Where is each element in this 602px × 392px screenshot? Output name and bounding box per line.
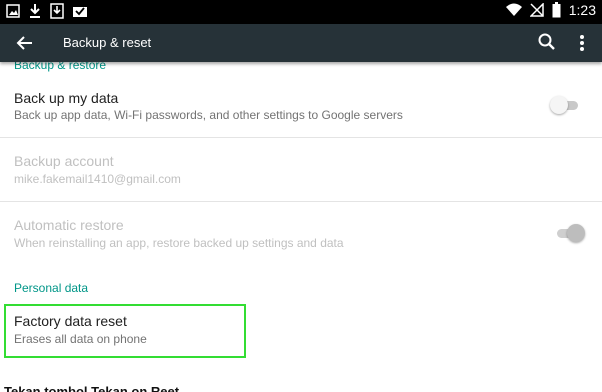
switch-thumb: [550, 96, 568, 114]
system-icons: 1:23: [505, 2, 596, 18]
setting-title: Back up my data: [14, 90, 119, 106]
setting-summary: When reinstalling an app, restore backed…: [14, 236, 344, 250]
email-check-icon: [72, 4, 88, 18]
download-box-icon: [50, 3, 64, 19]
caption-text: Tekan tombol Tekan on Reet: [4, 384, 180, 392]
setting-backup-my-data[interactable]: Back up my data Back up app data, Wi-Fi …: [0, 80, 602, 140]
more-vert-icon[interactable]: [575, 32, 589, 54]
gallery-icon: [6, 4, 20, 18]
setting-title: Automatic restore: [14, 217, 124, 233]
battery-icon: [552, 2, 561, 18]
signal-off-icon: [529, 3, 544, 17]
setting-backup-account[interactable]: Backup account mike.fakemail1410@gmail.c…: [0, 138, 602, 201]
category-header-backup: Backup & restore: [14, 62, 107, 72]
page-title: Backup & reset: [63, 35, 152, 50]
settings-list: Backup & restore Back up my data Back up…: [0, 62, 602, 392]
clock-time: 1:23: [568, 2, 596, 18]
search-icon[interactable]: [537, 32, 557, 52]
status-bar: 1:23: [0, 0, 602, 24]
backup-toggle[interactable]: [550, 95, 580, 115]
category-header-personal: Personal data: [14, 281, 89, 295]
app-toolbar: Backup & reset: [0, 24, 602, 62]
setting-automatic-restore[interactable]: Automatic restore When reinstalling an a…: [0, 202, 602, 267]
download-icon: [28, 3, 42, 19]
setting-title: Backup account: [14, 153, 114, 169]
switch-thumb: [567, 224, 585, 242]
notification-icons: [6, 3, 88, 19]
setting-summary: mike.fakemail1410@gmail.com: [14, 172, 181, 186]
auto-restore-toggle[interactable]: [555, 223, 585, 243]
arrow-back-icon[interactable]: [14, 32, 36, 54]
wifi-icon: [505, 3, 522, 17]
highlight-box: [4, 304, 246, 358]
setting-summary: Back up app data, Wi-Fi passwords, and o…: [14, 108, 403, 122]
